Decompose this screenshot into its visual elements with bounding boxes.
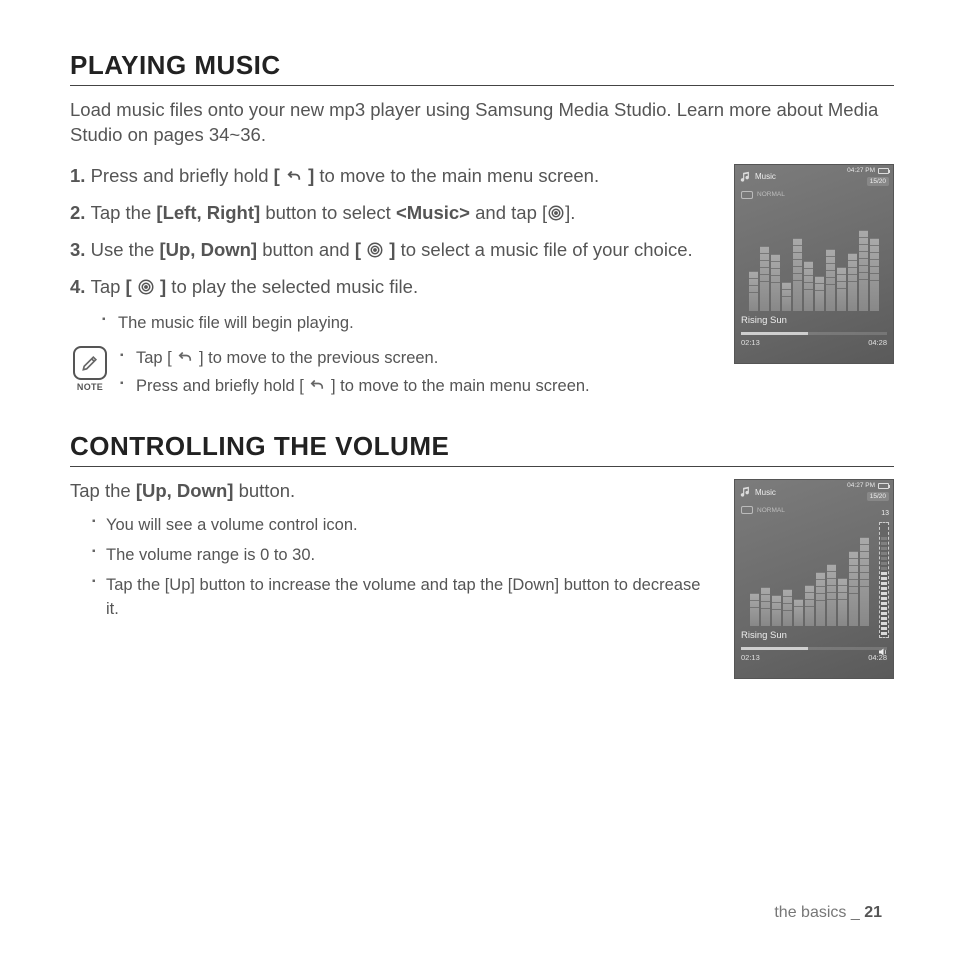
playing-music-intro: Load music files onto your new mp3 playe…: [70, 98, 894, 148]
device-song-title: Rising Sun: [735, 311, 893, 330]
vol-inst-b: [Up, Down]: [136, 480, 234, 501]
step-4-b: to play the selected music file.: [166, 276, 418, 297]
device-time: 04:27 PM: [847, 482, 875, 489]
step-2-d: <Music>: [396, 202, 470, 223]
step-2-a: Tap the: [91, 202, 157, 223]
vol-inst-c: button.: [233, 480, 295, 501]
device-screenshot-1: Music 04:27 PM 15/20 NORMAL: [734, 164, 894, 364]
step-2-e: and tap [: [470, 202, 547, 223]
device-song-title: Rising Sun: [735, 626, 893, 645]
vol-inst-a: Tap the: [70, 480, 136, 501]
vol-b2: The volume range is 0 to 30.: [70, 544, 716, 568]
battery-icon: [878, 483, 889, 489]
playing-music-heading: PLAYING MUSIC: [70, 50, 894, 81]
step-2-f: ].: [565, 202, 575, 223]
step-3-d: to select a music file of your choice.: [395, 239, 692, 260]
divider: [70, 85, 894, 86]
device-track-count: 15/20: [867, 177, 889, 186]
step-3-a: Use the: [91, 239, 160, 260]
note-1-a: Tap [: [136, 349, 176, 367]
note-list: Tap [ ] to move to the previous screen. …: [120, 346, 716, 404]
music-note-icon: [739, 170, 753, 184]
footer-sep: _: [846, 904, 864, 921]
step-3: Use the [Up, Down] button and [ ] to sel…: [70, 238, 716, 263]
device-track-count: 15/20: [867, 492, 889, 501]
volume-bullets: You will see a volume control icon. The …: [70, 514, 716, 622]
device-progress-bar: [741, 332, 887, 335]
vol-b3: Tap the [Up] button to increase the volu…: [70, 574, 716, 622]
device-time: 04:27 PM: [847, 167, 875, 174]
music-note-icon: [739, 485, 753, 499]
pencil-note-icon: [73, 346, 107, 380]
back-icon: [285, 167, 303, 185]
note-icon-wrap: NOTE: [70, 346, 110, 392]
divider: [70, 466, 894, 467]
equalizer-bars: [735, 201, 893, 311]
step-2-c: button to select: [260, 202, 396, 223]
device-screenshot-2: Music 04:27 PM 15/20 NORMAL 13: [734, 479, 894, 679]
footer-section: the basics: [774, 904, 846, 921]
battery-icon: [878, 168, 889, 174]
note-1-b: ] to move to the previous screen.: [194, 349, 438, 367]
device-eq-mode: NORMAL: [757, 507, 785, 514]
step-1-a: Press and briefly hold: [91, 165, 274, 186]
footer-page-number: 21: [864, 904, 882, 921]
repeat-icon: [741, 506, 753, 514]
note-2: Press and briefly hold [ ] to move to th…: [120, 374, 716, 399]
device-progress-bar: [741, 647, 887, 650]
step4-sub-bullets: The music file will begin playing.: [70, 312, 716, 336]
manual-page: PLAYING MUSIC Load music files onto your…: [0, 0, 954, 954]
back-icon: [308, 376, 326, 394]
device-volume-level: 13: [881, 510, 889, 517]
playing-music-row: Press and briefly hold [ ] to move to th…: [70, 164, 894, 403]
device-title: Music: [755, 172, 776, 181]
target-icon: [137, 278, 155, 296]
volume-instruction: Tap the [Up, Down] button.: [70, 479, 716, 504]
vol-b1: You will see a volume control icon.: [70, 514, 716, 538]
repeat-icon: [741, 191, 753, 199]
device-time-elapsed: 02:13: [741, 338, 760, 347]
controlling-volume-heading: CONTROLLING THE VOLUME: [70, 431, 894, 462]
note-1: Tap [ ] to move to the previous screen.: [120, 346, 716, 371]
note-2-a: Press and briefly hold [: [136, 377, 308, 395]
page-footer: the basics _ 21: [774, 904, 882, 922]
step-2: Tap the [Left, Right] button to select <…: [70, 201, 716, 226]
target-icon: [366, 241, 384, 259]
device-time-elapsed: 02:13: [741, 653, 760, 662]
device-time-total: 04:28: [868, 338, 887, 347]
target-icon: [547, 204, 565, 222]
playing-music-steps: Press and briefly hold [ ] to move to th…: [70, 164, 716, 300]
step-4: Tap [ ] to play the selected music file.: [70, 275, 716, 300]
note-2-b: ] to move to the main menu screen.: [326, 377, 589, 395]
device-title: Music: [755, 488, 776, 497]
note-label: NOTE: [77, 382, 103, 392]
note-block: NOTE Tap [ ] to move to the previous scr…: [70, 346, 716, 404]
volume-row: Tap the [Up, Down] button. You will see …: [70, 479, 894, 679]
device-eq-mode: NORMAL: [757, 191, 785, 198]
step4-sub1: The music file will begin playing.: [70, 312, 716, 336]
equalizer-bars: [735, 516, 893, 626]
volume-strip: [879, 522, 889, 638]
step-2-b: [Left, Right]: [156, 202, 260, 223]
back-icon: [176, 348, 194, 366]
step-1-b: to move to the main menu screen.: [314, 165, 599, 186]
step-3-b: [Up, Down]: [159, 239, 257, 260]
step-4-a: Tap: [91, 276, 126, 297]
step-1: Press and briefly hold [ ] to move to th…: [70, 164, 716, 189]
step-3-c: button and: [257, 239, 355, 260]
